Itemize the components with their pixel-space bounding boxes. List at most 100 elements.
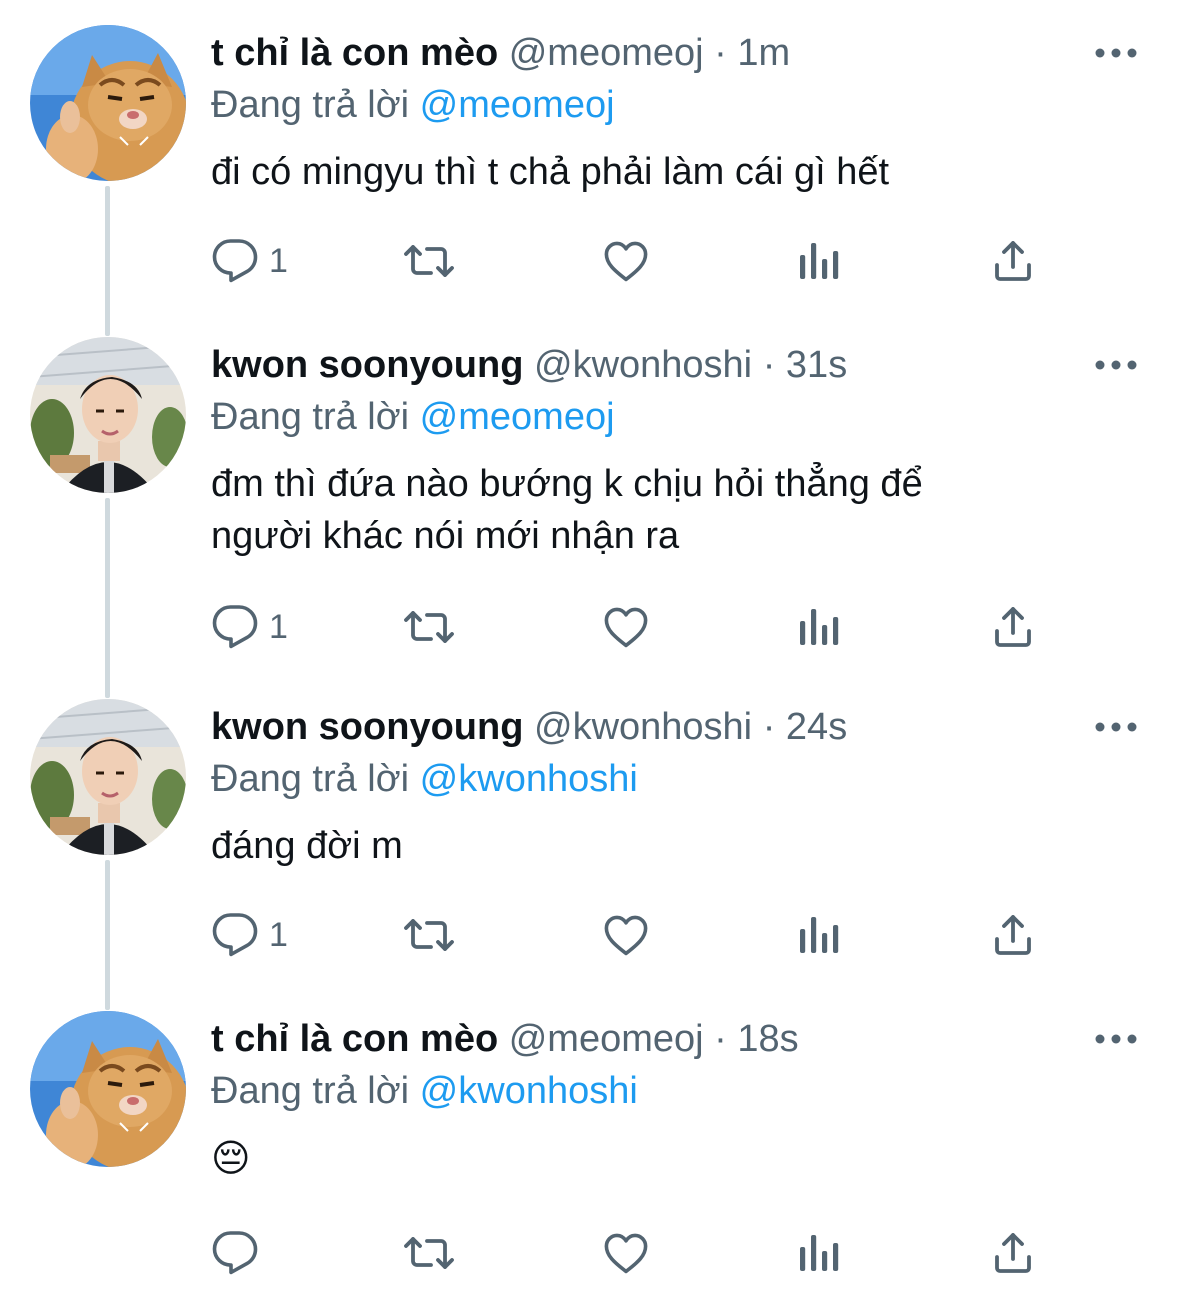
reply-icon	[211, 911, 259, 959]
reply-button[interactable]	[211, 1228, 269, 1278]
tweet-text: đáng đời m	[211, 820, 1111, 872]
tweet-text: đm thì đứa nào bướng k chịu hỏi thẳng để…	[211, 458, 1111, 562]
tweet-thread: t chỉ là con mèo @meomeoj · 1m Đang trả …	[0, 0, 1179, 1307]
replying-to: Đang trả lời @meomeoj	[211, 80, 615, 130]
replying-to-handle[interactable]: @kwonhoshi	[420, 1070, 638, 1112]
replying-to: Đang trả lời @kwonhoshi	[211, 1066, 638, 1116]
retweet-button[interactable]	[401, 236, 457, 286]
replying-to-label: Đang trả lời	[211, 758, 410, 800]
tweet-text-line: đm thì đứa nào bướng k chịu hỏi thẳng để	[211, 463, 923, 505]
tweet-text-line: đáng đời m	[211, 825, 403, 867]
tweet-header: t chỉ là con mèo @meomeoj · 1m	[211, 28, 790, 78]
share-icon	[989, 911, 1037, 959]
reply-button[interactable]: 1	[211, 236, 288, 286]
retweet-icon	[401, 603, 457, 651]
cat-avatar[interactable]	[30, 1011, 186, 1167]
heart-icon	[601, 237, 651, 285]
like-button[interactable]	[601, 910, 651, 960]
display-name[interactable]: t chỉ là con mèo	[211, 32, 498, 74]
timestamp[interactable]: 18s	[737, 1018, 798, 1060]
thread-connector-line	[105, 498, 110, 698]
retweet-button[interactable]	[401, 910, 457, 960]
analytics-icon	[796, 1229, 840, 1277]
reply-icon	[211, 237, 259, 285]
user-handle[interactable]: @kwonhoshi	[534, 706, 752, 748]
tweet-actions: 1	[211, 236, 1071, 286]
like-button[interactable]	[601, 602, 651, 652]
user-handle[interactable]: @meomeoj	[509, 32, 704, 74]
user-handle[interactable]: @meomeoj	[509, 1018, 704, 1060]
share-icon	[989, 603, 1037, 651]
like-button[interactable]	[601, 236, 651, 286]
tweet-actions: 1	[211, 602, 1071, 652]
retweet-icon	[401, 911, 457, 959]
analytics-icon	[796, 603, 840, 651]
replying-to-handle[interactable]: @meomeoj	[420, 84, 615, 126]
tweet-header: kwon soonyoung @kwonhoshi · 31s	[211, 340, 847, 390]
separator-dot: ·	[762, 344, 776, 386]
views-button[interactable]	[796, 910, 840, 960]
tweet-text: đi có mingyu thì t chả phải làm cái gì h…	[211, 146, 1111, 198]
share-button[interactable]	[989, 602, 1037, 652]
person-avatar[interactable]	[30, 337, 186, 493]
retweet-icon	[401, 237, 457, 285]
tweet-actions: 1	[211, 910, 1071, 960]
views-button[interactable]	[796, 236, 840, 286]
share-button[interactable]	[989, 1228, 1037, 1278]
replying-to-handle[interactable]: @kwonhoshi	[420, 758, 638, 800]
replying-to-handle[interactable]: @meomeoj	[420, 396, 615, 438]
tweet-text: 😔	[211, 1132, 1111, 1184]
thread-connector-line	[105, 860, 110, 1010]
reply-count: 1	[269, 915, 288, 954]
more-options-icon[interactable]	[1094, 718, 1138, 736]
share-icon	[989, 1229, 1037, 1277]
display-name[interactable]: kwon soonyoung	[211, 706, 523, 748]
timestamp[interactable]: 24s	[786, 706, 847, 748]
tweet-text-line: 😔	[211, 1136, 251, 1180]
cat-avatar[interactable]	[30, 25, 186, 181]
timestamp[interactable]: 31s	[786, 344, 847, 386]
views-button[interactable]	[796, 1228, 840, 1278]
more-options-icon[interactable]	[1094, 356, 1138, 374]
heart-icon	[601, 1229, 651, 1277]
reply-count: 1	[269, 241, 288, 280]
analytics-icon	[796, 237, 840, 285]
views-button[interactable]	[796, 602, 840, 652]
separator-dot: ·	[762, 706, 776, 748]
user-handle[interactable]: @kwonhoshi	[534, 344, 752, 386]
separator-dot: ·	[714, 1018, 727, 1060]
display-name[interactable]: t chỉ là con mèo	[211, 1018, 498, 1060]
timestamp[interactable]: 1m	[737, 32, 790, 74]
more-options-icon[interactable]	[1094, 44, 1138, 62]
heart-icon	[601, 911, 651, 959]
replying-to: Đang trả lời @meomeoj	[211, 392, 615, 442]
replying-to-label: Đang trả lời	[211, 84, 410, 126]
like-button[interactable]	[601, 1228, 651, 1278]
share-button[interactable]	[989, 910, 1037, 960]
analytics-icon	[796, 911, 840, 959]
separator-dot: ·	[714, 32, 727, 74]
heart-icon	[601, 603, 651, 651]
retweet-icon	[401, 1229, 457, 1277]
reply-icon	[211, 603, 259, 651]
retweet-button[interactable]	[401, 1228, 457, 1278]
reply-button[interactable]: 1	[211, 910, 288, 960]
reply-count: 1	[269, 607, 288, 646]
display-name[interactable]: kwon soonyoung	[211, 344, 523, 386]
tweet-text-line: đi có mingyu thì t chả phải làm cái gì h…	[211, 151, 890, 193]
share-button[interactable]	[989, 236, 1037, 286]
tweet-header: t chỉ là con mèo @meomeoj · 18s	[211, 1014, 799, 1064]
more-options-icon[interactable]	[1094, 1030, 1138, 1048]
reply-button[interactable]: 1	[211, 602, 288, 652]
retweet-button[interactable]	[401, 602, 457, 652]
replying-to-label: Đang trả lời	[211, 396, 410, 438]
tweet-text-line: người khác nói mới nhận ra	[211, 515, 680, 557]
tweet-header: kwon soonyoung @kwonhoshi · 24s	[211, 702, 847, 752]
tweet-actions	[211, 1228, 1071, 1278]
thread-connector-line	[105, 186, 110, 336]
replying-to-label: Đang trả lời	[211, 1070, 410, 1112]
replying-to: Đang trả lời @kwonhoshi	[211, 754, 638, 804]
reply-icon	[211, 1229, 259, 1277]
person-avatar[interactable]	[30, 699, 186, 855]
share-icon	[989, 237, 1037, 285]
